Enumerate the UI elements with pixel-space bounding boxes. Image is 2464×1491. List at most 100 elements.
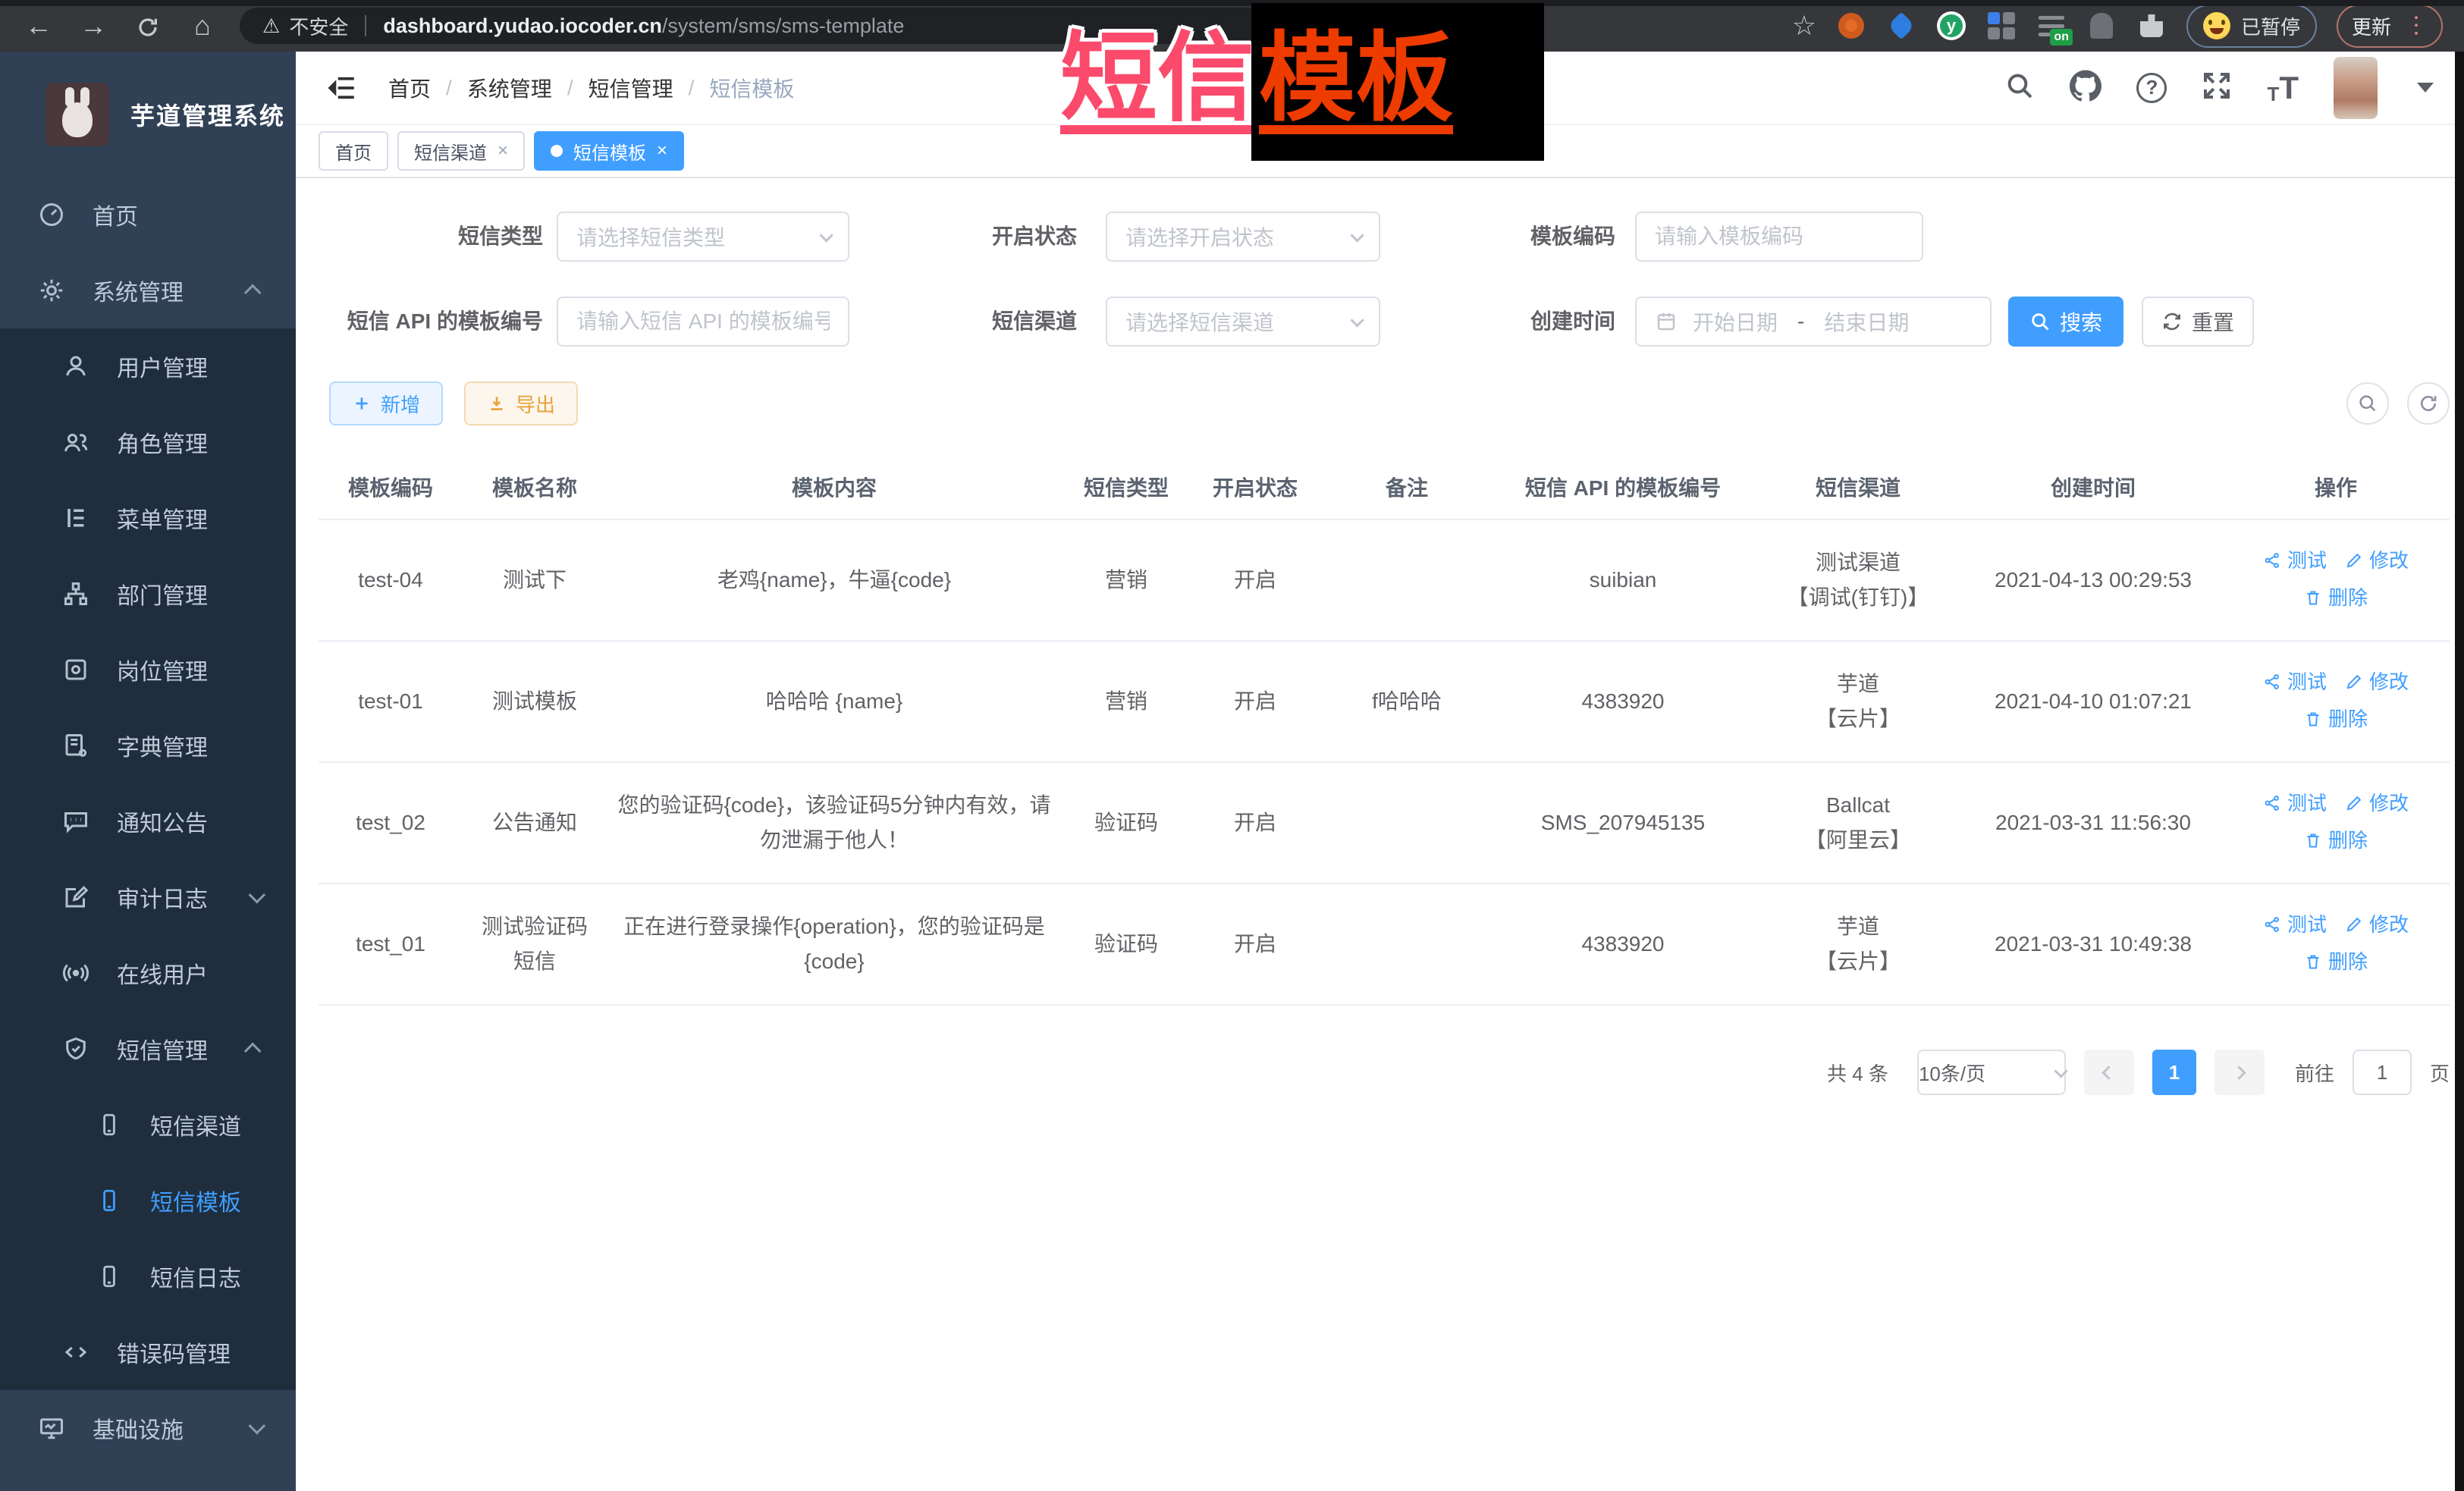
help-icon[interactable]	[2136, 73, 2167, 103]
app-title: 芋道管理系统	[130, 97, 285, 132]
extension-kite-icon[interactable]	[1886, 11, 1916, 41]
current-page-button[interactable]: 1	[2152, 1050, 2196, 1095]
extension-squares-icon[interactable]	[1986, 11, 2017, 41]
tree-list-icon	[59, 504, 93, 532]
browser-forward-icon[interactable]: →	[77, 3, 109, 49]
edit-link[interactable]: 修改	[2345, 664, 2409, 699]
browser-home-icon[interactable]: ⌂	[187, 3, 218, 49]
edit-link[interactable]: 修改	[2345, 786, 2409, 821]
font-size-icon[interactable]: TT	[2267, 72, 2299, 104]
sidebar-item-audit-log[interactable]: 审计日志	[0, 859, 296, 935]
test-link[interactable]: 测试	[2263, 907, 2327, 942]
search-button[interactable]: 搜索	[2008, 297, 2123, 347]
delete-link[interactable]: 删除	[2304, 702, 2368, 736]
reset-button[interactable]: 重置	[2142, 297, 2254, 347]
sidebar-item-sms-log[interactable]: 短信日志	[0, 1238, 296, 1314]
header-search-icon[interactable]	[2004, 71, 2035, 105]
extension-y-icon[interactable]: y	[1936, 11, 1966, 41]
paused-pill[interactable]: 已暂停	[2186, 5, 2317, 48]
browser-reload-icon[interactable]	[132, 3, 164, 49]
breadcrumb-sms[interactable]: 短信管理	[589, 73, 673, 103]
github-icon[interactable]	[2070, 70, 2101, 105]
table-refresh-icon[interactable]	[2407, 382, 2450, 425]
sidebar-item-sms-management[interactable]: 短信管理	[0, 1011, 296, 1087]
sidebar-item-notices[interactable]: 通知公告	[0, 783, 296, 859]
window-scrollbar[interactable]	[2455, 52, 2464, 1491]
delete-link[interactable]: 删除	[2304, 580, 2368, 615]
sidebar-item-sms-channel[interactable]: 短信渠道	[0, 1087, 296, 1163]
annotation-part2: 模板	[1251, 3, 1544, 161]
extension-donut-icon[interactable]	[1836, 11, 1866, 41]
table-search-icon[interactable]	[2346, 382, 2389, 425]
tab-sms-channel[interactable]: 短信渠道 ×	[397, 131, 525, 171]
sidebar-item-online-users[interactable]: 在线用户	[0, 935, 296, 1011]
browser-back-icon[interactable]: ←	[23, 3, 55, 49]
sidebar-item-error-codes[interactable]: 错误码管理	[0, 1314, 296, 1390]
extension-ghost-icon[interactable]	[2086, 11, 2117, 41]
edit-link[interactable]: 修改	[2345, 543, 2409, 578]
sidebar-item-users[interactable]: 用户管理	[0, 328, 296, 404]
page-size-select[interactable]: 10条/页	[1917, 1050, 2066, 1095]
template-code-field[interactable]	[1635, 212, 1923, 262]
sidebar-item-roles[interactable]: 角色管理	[0, 404, 296, 480]
prev-page-button[interactable]	[2084, 1050, 2134, 1095]
table-row: test_01 测试验证码短信 正在进行登录操作{operation}，您的验证…	[319, 884, 2450, 1005]
test-link[interactable]: 测试	[2263, 664, 2327, 699]
sidebar-item-departments[interactable]: 部门管理	[0, 556, 296, 632]
sidebar: 芋道管理系统 首页 系统管理 用户管理 角色管理	[0, 52, 296, 1491]
close-icon[interactable]: ×	[657, 142, 667, 160]
code-icon	[59, 1339, 93, 1366]
filter-label-sms-type: 短信类型	[458, 212, 543, 262]
sidebar-item-dictionary[interactable]: 字典管理	[0, 708, 296, 783]
shield-check-icon	[59, 1035, 93, 1063]
delete-link[interactable]: 删除	[2304, 823, 2368, 858]
next-page-button[interactable]	[2214, 1050, 2265, 1095]
end-date-placeholder[interactable]: 结束日期	[1824, 306, 1909, 337]
close-icon[interactable]: ×	[498, 142, 508, 160]
update-button[interactable]: 更新 ⋮	[2337, 5, 2443, 48]
tab-home[interactable]: 首页	[319, 131, 388, 171]
security-warning[interactable]: ⚠ 不安全	[262, 12, 348, 40]
extensions-puzzle-icon[interactable]	[2136, 11, 2167, 41]
sidebar-fold-icon[interactable]	[326, 72, 358, 104]
user-icon	[59, 353, 93, 380]
fullscreen-icon[interactable]	[2202, 71, 2232, 105]
phone-icon	[93, 1263, 126, 1289]
user-avatar[interactable]	[2334, 57, 2378, 119]
date-range-picker[interactable]: 开始日期 - 结束日期	[1635, 297, 1992, 347]
sms-channel-select[interactable]: 请选择短信渠道	[1106, 297, 1380, 347]
sidebar-item-infrastructure[interactable]: 基础设施	[0, 1390, 296, 1466]
goto-page-input[interactable]: 1	[2353, 1050, 2412, 1095]
sidebar-item-home[interactable]: 首页	[0, 177, 296, 253]
status-select[interactable]: 请选择开启状态	[1106, 212, 1380, 262]
edit-link[interactable]: 修改	[2345, 907, 2409, 942]
start-date-placeholder[interactable]: 开始日期	[1693, 306, 1778, 337]
delete-link[interactable]: 删除	[2304, 944, 2368, 979]
test-link[interactable]: 测试	[2263, 543, 2327, 578]
extension-list-icon[interactable]: on	[2036, 11, 2067, 41]
emoji-face-icon	[2203, 12, 2230, 39]
avatar-caret-icon[interactable]	[2417, 83, 2434, 93]
test-link[interactable]: 测试	[2263, 786, 2327, 821]
chevron-down-icon	[819, 228, 833, 242]
pagination-total: 共 4 条	[1827, 1059, 1888, 1087]
tab-sms-template[interactable]: 短信模板 ×	[534, 131, 684, 171]
api-template-id-input[interactable]	[576, 309, 830, 334]
browser-menu-icon[interactable]: ⋮	[2405, 14, 2428, 37]
breadcrumb-home[interactable]: 首页	[388, 73, 431, 103]
bookmark-star-icon[interactable]: ☆	[1792, 10, 1816, 42]
sidebar-item-menus[interactable]: 菜单管理	[0, 480, 296, 556]
add-button[interactable]: 新增	[329, 381, 443, 425]
filter-label-created-time: 创建时间	[1530, 297, 1615, 347]
sidebar-item-system[interactable]: 系统管理	[0, 253, 296, 328]
sidebar-item-posts[interactable]: 岗位管理	[0, 632, 296, 708]
api-template-id-field[interactable]	[557, 297, 849, 347]
annotation-part1: 短信	[1060, 24, 1254, 133]
sms-type-select[interactable]: 请选择短信类型	[557, 212, 849, 262]
sidebar-item-sms-template[interactable]: 短信模板	[0, 1163, 296, 1238]
export-button[interactable]: 导出	[464, 381, 578, 425]
breadcrumb-system[interactable]: 系统管理	[467, 73, 552, 103]
url-domain: dashboard.yudao.iocoder.cn	[383, 14, 662, 38]
template-code-input[interactable]	[1655, 224, 1904, 249]
filter-label-api-template-id: 短信 API 的模板编号	[347, 297, 543, 347]
